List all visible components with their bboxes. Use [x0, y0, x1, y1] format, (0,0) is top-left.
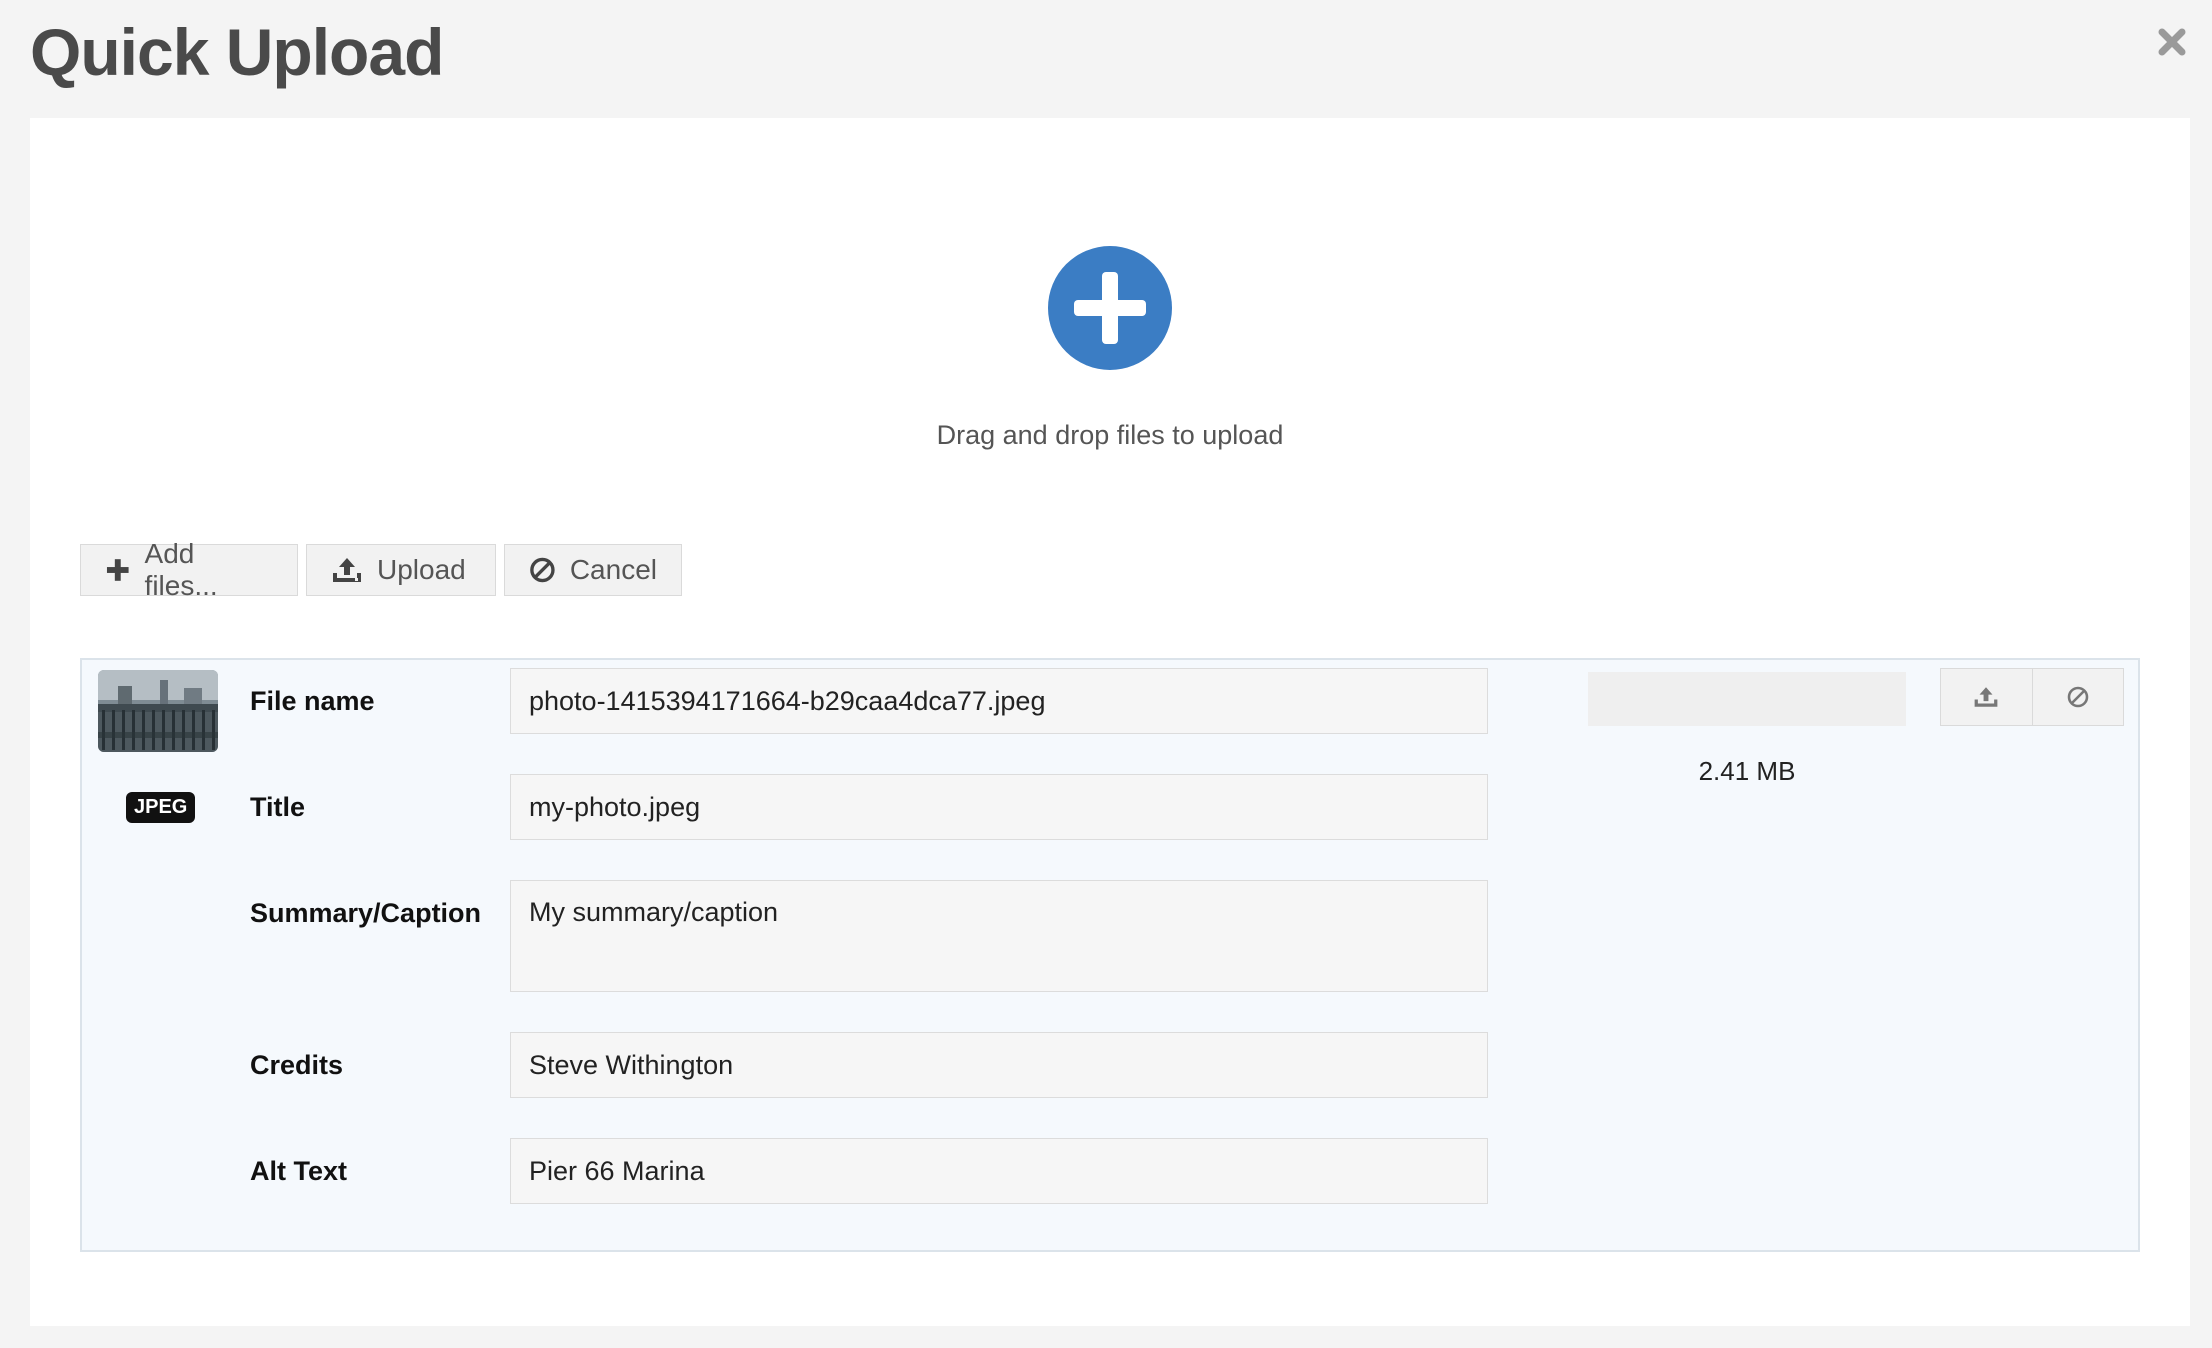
file-name-label: File name [250, 686, 375, 716]
dialog-title: Quick Upload [30, 15, 444, 89]
file-size: 2.41 MB [1698, 756, 1796, 786]
cancel-button[interactable]: Cancel [504, 544, 682, 596]
alt-text-input[interactable] [510, 1138, 1488, 1204]
file-upload-button[interactable] [1941, 669, 2032, 725]
upload-button[interactable]: Upload [306, 544, 496, 596]
file-type-badge: JPEG [126, 792, 196, 823]
add-files-label: Add files... [144, 538, 218, 601]
upload-icon [1974, 687, 1998, 707]
plus-circle-icon[interactable] [1048, 246, 1172, 370]
title-input[interactable] [510, 774, 1488, 840]
file-name-input[interactable] [510, 668, 1488, 734]
upload-panel: Drag and drop files to upload Add files.… [30, 118, 2190, 1326]
close-icon [2158, 28, 2186, 56]
file-thumbnail [98, 670, 218, 752]
title-label: Title [250, 792, 306, 822]
upload-icon [333, 558, 361, 582]
summary-textarea[interactable]: My summary/caption [510, 880, 1488, 992]
close-button[interactable] [2152, 22, 2192, 62]
upload-progress-bar [1588, 672, 1906, 726]
upload-label: Upload [377, 554, 466, 585]
credits-label: Credits [250, 1050, 344, 1080]
file-row: JPEG File name Title Summary/Caption My … [80, 658, 2140, 1252]
ban-icon [2067, 686, 2089, 708]
dropzone-text: Drag and drop files to upload [936, 420, 1284, 450]
plus-icon [106, 559, 129, 581]
ban-icon [530, 557, 555, 583]
add-files-button[interactable]: Add files... [80, 538, 298, 601]
summary-label: Summary/Caption [250, 898, 482, 928]
alt-text-label: Alt Text [250, 1156, 348, 1186]
dropzone[interactable]: Drag and drop files to upload [30, 118, 2190, 478]
file-row-actions [1940, 668, 2124, 726]
file-cancel-button[interactable] [2031, 669, 2124, 725]
cancel-label: Cancel [569, 554, 657, 585]
credits-input[interactable] [510, 1032, 1488, 1098]
